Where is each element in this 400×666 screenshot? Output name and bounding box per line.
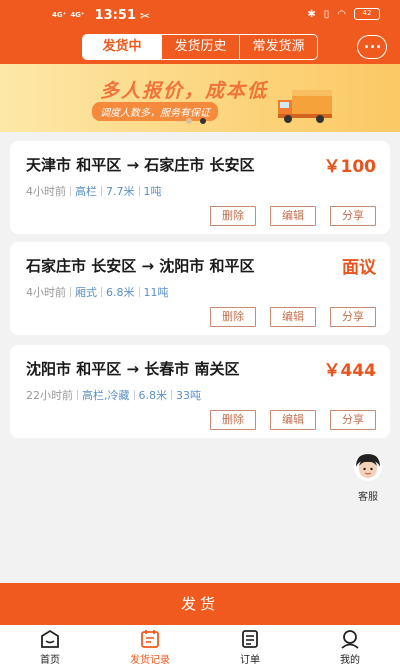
segment-tabs: 发货中 发货历史 常发货源 (82, 34, 318, 60)
signal-indicator-1: 4G⁺ (52, 11, 67, 19)
edit-button[interactable]: 编辑 (270, 206, 316, 226)
cargo-weight: 33吨 (176, 389, 201, 402)
carousel-dot (186, 118, 192, 124)
truck-type: 高栏,冷藏 (82, 389, 130, 402)
shipment-meta: 4小时前 高栏 7.7米 1吨 (26, 183, 162, 199)
cargo-weight: 1吨 (143, 185, 162, 198)
post-time: 4小时前 (26, 185, 66, 198)
route-text: 天津市 和平区 → 石家庄市 长安区 (26, 156, 255, 174)
shipment-card[interactable]: 天津市 和平区 → 石家庄市 长安区 ￥100 4小时前 高栏 7.7米 1吨 … (10, 141, 390, 234)
truck-type: 高栏 (75, 185, 97, 198)
tab-shipping[interactable]: 发货中 (83, 35, 161, 59)
vibrate-icon: ▯ (323, 8, 330, 20)
cargo-weight: 11吨 (143, 286, 169, 299)
banner-title: 多人报价，成本低 (100, 80, 269, 102)
promo-banner[interactable]: 多人报价，成本低 调度人数多，服务有保证 (0, 64, 400, 132)
nav-orders-label: 订单 (240, 655, 260, 666)
battery-icon: 42 (354, 8, 380, 20)
shipment-meta: 4小时前 厢式 6.8米 11吨 (26, 284, 169, 300)
route-text: 沈阳市 和平区 → 长春市 南关区 (26, 360, 240, 378)
post-time: 4小时前 (26, 286, 66, 299)
truck-length: 6.8米 (106, 286, 135, 299)
truck-icon (278, 90, 332, 123)
route-text: 石家庄市 长安区 → 沈阳市 和平区 (26, 257, 255, 275)
ship-button[interactable]: 发货 (0, 583, 400, 625)
customer-service-icon (354, 453, 382, 481)
status-bar: 4G⁺ 4G⁺ 13:51 ✂ ✱ ▯ ◠ 42 (0, 0, 400, 32)
bluetooth-icon: ✱ (307, 8, 316, 20)
carousel-dots (186, 118, 206, 124)
share-button[interactable]: 分享 (330, 307, 376, 327)
delete-button[interactable]: 删除 (210, 307, 256, 327)
truck-type: 厢式 (75, 286, 97, 299)
customer-service-label: 客服 (358, 492, 378, 503)
message-button[interactable] (357, 35, 387, 59)
tab-frequent[interactable]: 常发货源 (239, 35, 317, 59)
truck-length: 7.7米 (106, 185, 135, 198)
home-icon (41, 629, 59, 648)
profile-icon (341, 630, 359, 649)
nav-profile[interactable]: 我的 (300, 625, 400, 666)
signal-indicator-2: 4G⁺ (70, 11, 85, 19)
nav-profile-label: 我的 (340, 655, 360, 666)
post-time: 22小时前 (26, 389, 73, 402)
price-text: ￥444 (323, 361, 377, 381)
header-tabbar: 发货中 发货历史 常发货源 (0, 32, 400, 64)
chat-icon (365, 45, 380, 48)
records-icon (141, 630, 159, 648)
truck-length: 6.8米 (138, 389, 168, 402)
shipment-card[interactable]: 沈阳市 和平区 → 长春市 南关区 ￥444 22小时前 高栏,冷藏 6.8米 … (10, 345, 390, 438)
carousel-dot-active (200, 118, 206, 124)
nav-home-label: 首页 (40, 655, 60, 666)
nav-orders[interactable]: 订单 (200, 625, 300, 666)
shipment-meta: 22小时前 高栏,冷藏 6.8米 33吨 (26, 387, 201, 403)
price-text: ￥100 (323, 157, 377, 177)
nav-records-label: 发货记录 (130, 655, 170, 666)
wifi-icon: ◠ (337, 8, 346, 20)
edit-button[interactable]: 编辑 (270, 410, 316, 430)
bottom-nav: 首页 发货记录 订单 我的 (0, 625, 400, 666)
share-button[interactable]: 分享 (330, 410, 376, 430)
share-button[interactable]: 分享 (330, 206, 376, 226)
price-text: 面议 (342, 258, 376, 278)
nav-records[interactable]: 发货记录 (100, 625, 200, 666)
orders-icon (242, 630, 258, 648)
clock: 13:51 (94, 8, 137, 23)
delete-button[interactable]: 删除 (210, 410, 256, 430)
customer-service-button[interactable]: 客服 (350, 452, 386, 503)
delete-button[interactable]: 删除 (210, 206, 256, 226)
nav-home[interactable]: 首页 (0, 625, 100, 666)
shipment-card[interactable]: 石家庄市 长安区 → 沈阳市 和平区 面议 4小时前 厢式 6.8米 11吨 删… (10, 242, 390, 335)
tools-icon: ✂ (140, 8, 151, 23)
edit-button[interactable]: 编辑 (270, 307, 316, 327)
tab-history[interactable]: 发货历史 (161, 35, 239, 59)
